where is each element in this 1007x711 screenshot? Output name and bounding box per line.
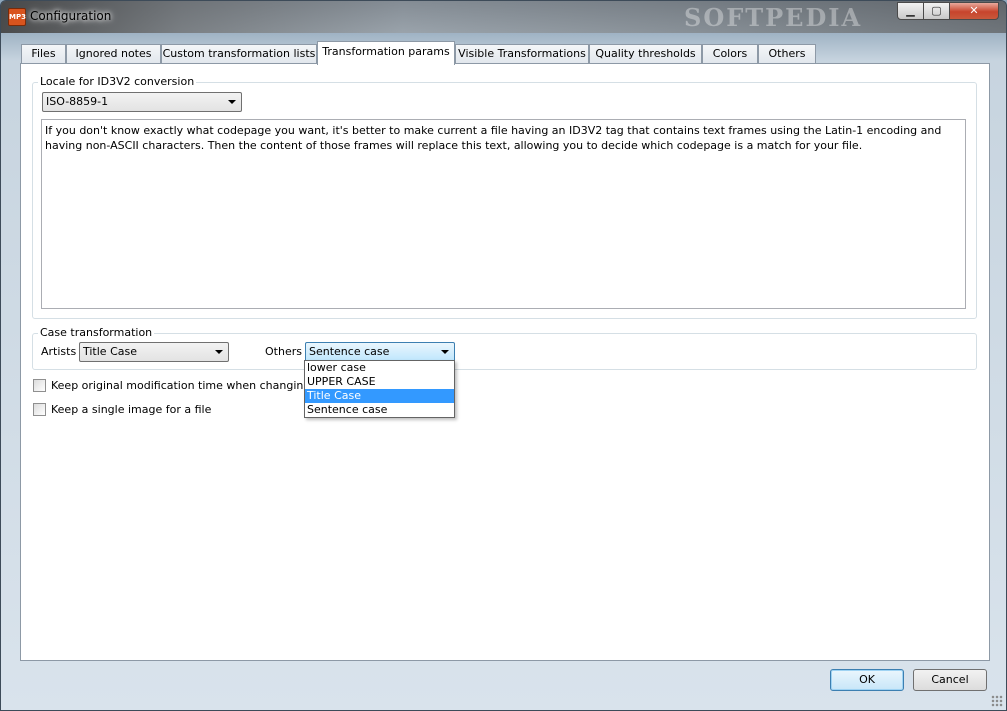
minimize-button[interactable]: ▁	[897, 2, 924, 20]
case-transformation-group: Case transformation Artists Title Case O…	[32, 326, 977, 370]
cancel-button[interactable]: Cancel	[913, 669, 987, 691]
tab-colors[interactable]: Colors	[702, 44, 758, 64]
tab-others[interactable]: Others	[758, 44, 816, 64]
option-lower-case[interactable]: lower case	[305, 361, 454, 375]
tab-custom-transformation-lists[interactable]: Custom transformation lists	[161, 44, 317, 64]
ok-button[interactable]: OK	[830, 669, 904, 691]
tab-quality-thresholds[interactable]: Quality thresholds	[589, 44, 702, 64]
tab-ignored-notes[interactable]: Ignored notes	[66, 44, 161, 64]
tab-transformation-params[interactable]: Transformation params	[317, 41, 455, 65]
app-icon: MP3	[8, 8, 26, 26]
configuration-window: MP3 Configuration SOFTPEDIA ▁ ▢ ✕ Files …	[0, 0, 1007, 711]
resize-grip[interactable]	[991, 695, 1003, 707]
locale-select[interactable]: ISO-8859-1	[42, 92, 242, 112]
keep-single-image-checkbox[interactable]	[33, 403, 46, 416]
option-upper-case[interactable]: UPPER CASE	[305, 375, 454, 389]
others-case-select[interactable]: Sentence case	[305, 342, 455, 362]
option-title-case[interactable]: Title Case	[305, 389, 454, 403]
artists-case-select[interactable]: Title Case	[79, 342, 229, 362]
chevron-down-icon	[228, 100, 236, 104]
case-group-label: Case transformation	[38, 326, 155, 339]
locale-select-value: ISO-8859-1	[46, 95, 109, 108]
others-label: Others	[265, 345, 302, 358]
title-bar[interactable]: MP3 Configuration SOFTPEDIA ▁ ▢ ✕	[1, 1, 1006, 33]
tab-panel: Locale for ID3V2 conversion ISO-8859-1 I…	[20, 63, 990, 661]
close-button[interactable]: ✕	[949, 2, 999, 20]
chevron-down-icon	[215, 350, 223, 354]
tab-visible-transformations[interactable]: Visible Transformations	[455, 44, 589, 64]
window-title: Configuration	[30, 9, 112, 23]
case-options-dropdown: lower case UPPER CASE Title Case Sentenc…	[304, 360, 455, 418]
codepage-info-text[interactable]: If you don't know exactly what codepage …	[41, 119, 966, 309]
others-case-value: Sentence case	[309, 345, 390, 358]
locale-group: Locale for ID3V2 conversion ISO-8859-1 I…	[32, 75, 977, 319]
tab-files[interactable]: Files	[21, 44, 66, 64]
chevron-down-icon	[441, 350, 449, 354]
option-sentence-case[interactable]: Sentence case	[305, 403, 454, 417]
maximize-button[interactable]: ▢	[923, 2, 950, 20]
artists-label: Artists	[41, 345, 77, 358]
softpedia-watermark: SOFTPEDIA	[684, 3, 863, 32]
keep-modification-time-label[interactable]: Keep original modification time when cha…	[51, 379, 341, 392]
keep-modification-time-checkbox[interactable]	[33, 379, 46, 392]
artists-case-value: Title Case	[83, 345, 137, 358]
keep-single-image-label[interactable]: Keep a single image for a file	[51, 403, 211, 416]
locale-group-label: Locale for ID3V2 conversion	[38, 75, 197, 88]
